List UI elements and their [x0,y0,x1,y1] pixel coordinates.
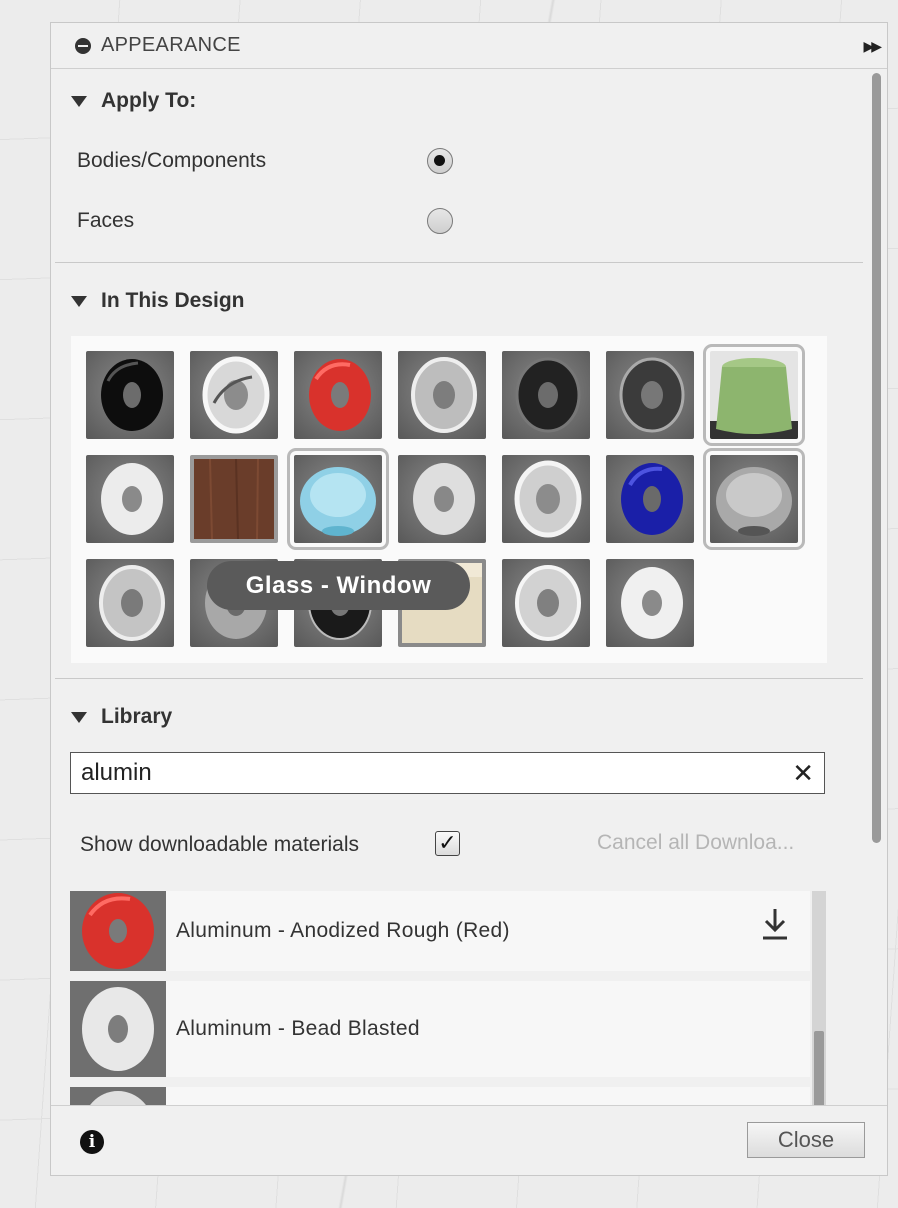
section-divider [55,262,863,263]
fast-forward-icon[interactable]: ▶▶ [863,38,881,55]
material-thumbnail-white [70,1087,166,1107]
faces-radio[interactable] [427,208,453,234]
library-list-item[interactable]: Aluminum - Bead Blasted [70,981,810,1077]
library-item-label: Aluminum - Anodized Rough (Red) [176,919,510,942]
material-thumbnail-white [70,981,166,1077]
material-tooltip: Glass - Window [207,561,470,610]
panel-footer: i Close [51,1105,887,1175]
library-list-scrollbar-track[interactable] [812,891,826,1107]
close-button[interactable]: Close [747,1122,865,1158]
section-title: Library [101,705,173,728]
panel-header: APPEARANCE ▶▶ [51,23,887,69]
material-swatch-dark-metal[interactable] [502,351,590,439]
download-icon[interactable] [762,907,788,941]
design-materials-grid [71,336,827,663]
apply-to-section-header[interactable]: Apply To: [71,89,196,113]
cancel-all-downloads-link[interactable]: Cancel all Downloa... [597,831,794,855]
material-swatch-red-plastic[interactable] [294,351,382,439]
material-swatch-aluminum[interactable] [502,559,590,647]
material-swatch-green-fabric[interactable] [703,344,805,446]
appearance-panel: APPEARANCE ▶▶ Apply To: Bodies/Component… [50,22,888,1176]
section-divider [55,678,863,679]
library-list-scrollbar-thumb[interactable] [814,1031,824,1107]
material-swatch-chrome[interactable] [190,351,278,439]
section-title: Apply To: [101,89,197,112]
material-swatch-mirror-chrome[interactable] [502,455,590,543]
material-thumbnail-red [70,891,166,971]
show-downloadable-label: Show downloadable materials [80,833,359,856]
bodies-components-label: Bodies/Components [77,149,267,172]
panel-title: APPEARANCE [101,34,241,56]
material-swatch-blue-plastic[interactable] [606,455,694,543]
material-swatch-brushed-silver[interactable] [398,455,486,543]
library-results-list: Aluminum - Anodized Rough (Red) Aluminum… [70,891,826,1107]
collapse-triangle-icon [71,295,87,307]
library-item-label: Aluminum - Bead Blasted [176,1017,420,1040]
material-swatch-satin-metal[interactable] [86,559,174,647]
in-this-design-section-header[interactable]: In This Design [71,289,245,313]
section-title: In This Design [101,289,245,312]
material-swatch-clear-glass[interactable] [703,448,805,550]
library-search-field[interactable]: ✕ [70,752,825,794]
material-swatch-gunmetal[interactable] [606,351,694,439]
panel-scrollbar[interactable] [872,73,881,843]
bodies-components-radio[interactable] [427,148,453,174]
material-swatch-walnut-wood[interactable] [190,455,278,543]
info-icon[interactable]: i [80,1130,104,1154]
material-swatch-white-matte[interactable] [606,559,694,647]
collapse-triangle-icon [71,95,87,107]
library-list-item[interactable] [70,1087,810,1107]
clear-search-icon[interactable]: ✕ [792,758,814,789]
library-section-header[interactable]: Library [71,705,172,729]
faces-label: Faces [77,209,135,232]
material-swatch-polished-metal[interactable] [398,351,486,439]
collapse-panel-icon[interactable] [75,37,91,54]
material-swatch-blue-glass[interactable] [287,448,389,550]
library-search-input[interactable] [79,758,763,788]
show-downloadable-checkbox[interactable]: ✓ [435,831,460,856]
material-swatch-white-ceramic[interactable] [86,455,174,543]
material-swatch-black-plastic[interactable] [86,351,174,439]
collapse-triangle-icon [71,711,87,723]
library-list-item[interactable]: Aluminum - Anodized Rough (Red) [70,891,810,971]
